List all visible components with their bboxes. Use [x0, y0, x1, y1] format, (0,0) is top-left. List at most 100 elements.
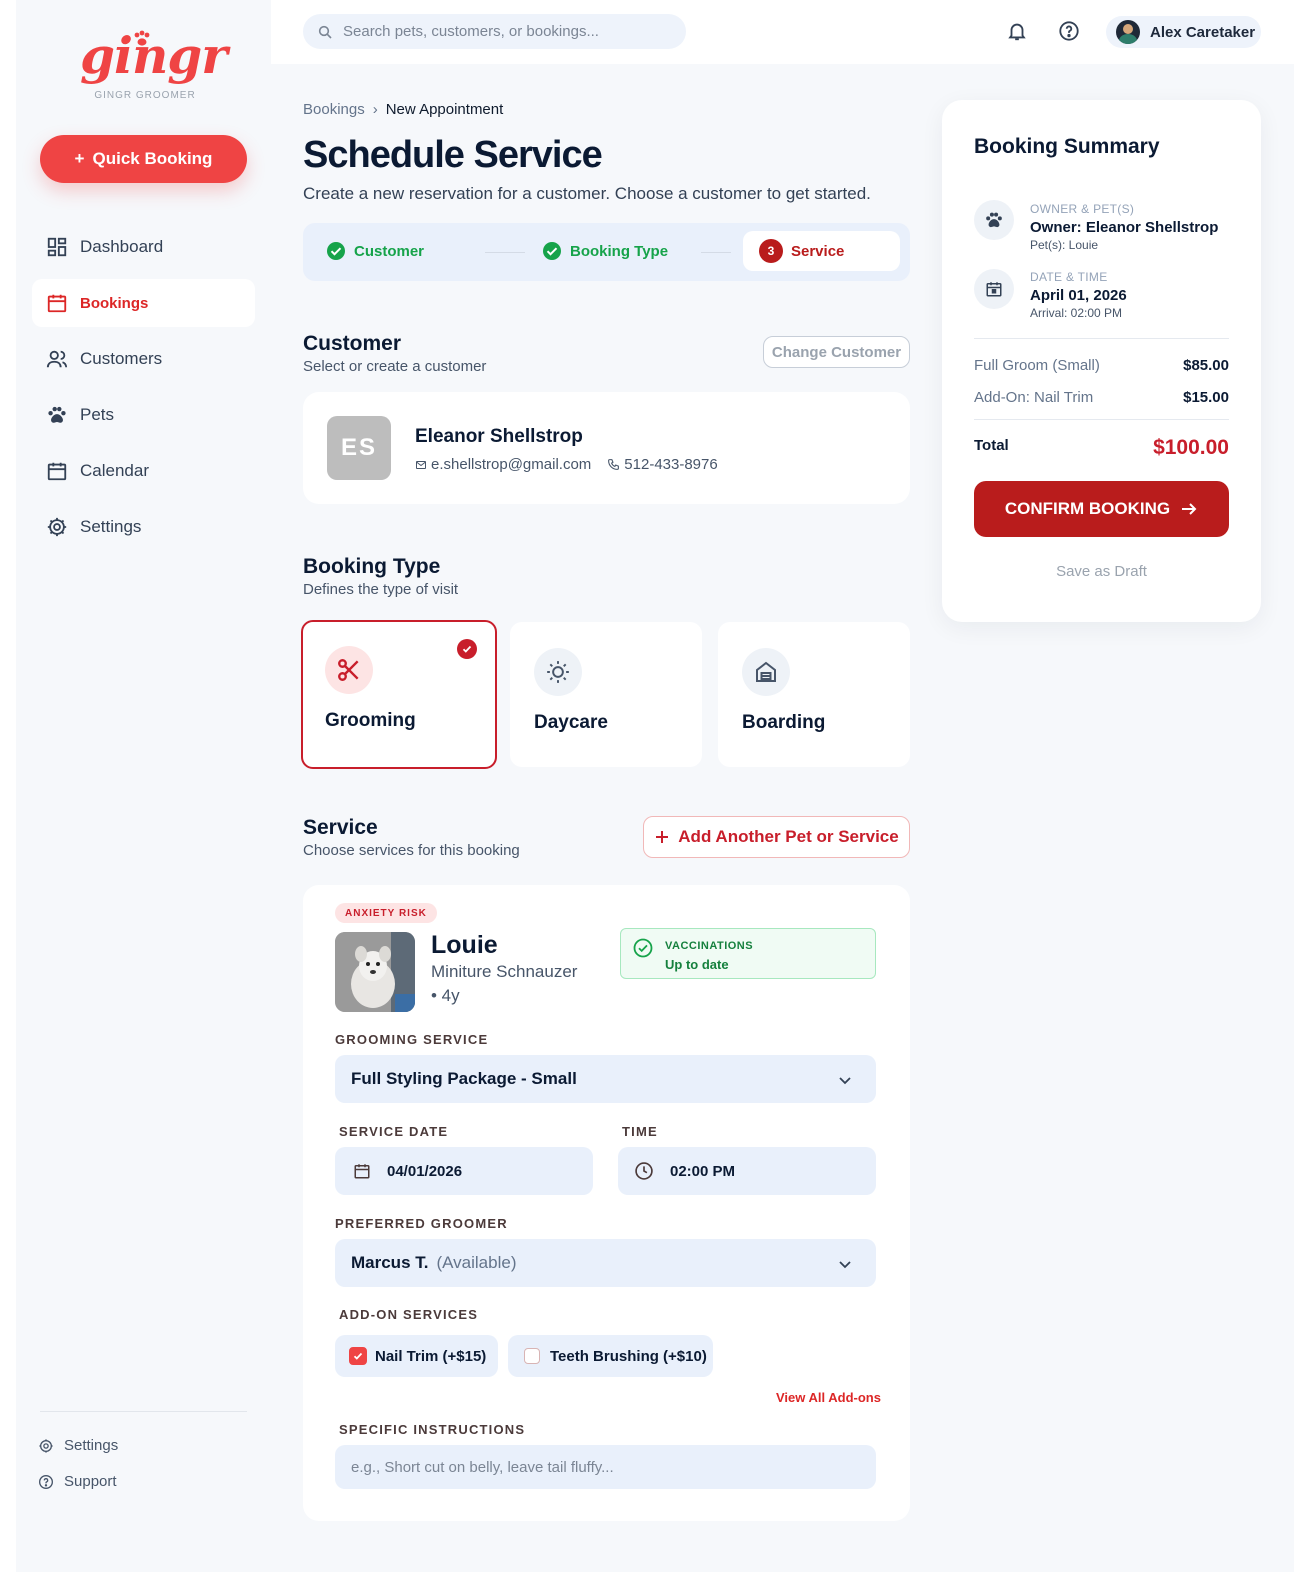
summary-date-value: April 01, 2026	[1030, 287, 1127, 304]
sidebar: gingr GINGR GROOMER + Quick Booking Dash…	[16, 0, 271, 1572]
sidebar-item-settings[interactable]: Settings	[32, 503, 255, 551]
breadcrumb: Bookings › New Appointment	[303, 101, 503, 118]
help-icon	[39, 1474, 53, 1489]
checkbox-checked-icon[interactable]	[349, 1347, 367, 1365]
sidebar-footer-support[interactable]: Support	[38, 1473, 117, 1490]
specific-instructions-input[interactable]	[335, 1445, 876, 1489]
check-circle-icon	[633, 938, 653, 958]
customer-name: Eleanor Shellstrop	[415, 426, 583, 447]
breadcrumb-current: New Appointment	[385, 101, 504, 118]
pet-breed: Miniture Schnauzer	[431, 962, 578, 981]
add-pet-or-service-label: Add Another Pet or Service	[678, 827, 899, 846]
check-circle-icon	[543, 242, 561, 260]
quick-booking-label: Quick Booking	[92, 149, 213, 168]
search-box[interactable]	[303, 14, 686, 49]
confirm-booking-button[interactable]: CONFIRM BOOKING	[974, 481, 1229, 537]
customer-section-subtitle: Select or create a customer	[303, 358, 487, 375]
booking-type-section-subtitle: Defines the type of visit	[303, 581, 459, 598]
sidebar-item-calendar[interactable]: Calendar	[32, 447, 255, 495]
summary-owner-key: OWNER & PET(S)	[1030, 202, 1135, 216]
anxiety-risk-badge: ANXIETY RISK	[335, 903, 437, 923]
gear-icon	[47, 517, 67, 537]
sidebar-divider	[40, 1411, 247, 1412]
help-icon[interactable]	[1058, 20, 1080, 42]
customer-email-item: e.shellstrop@gmail.com	[415, 456, 591, 473]
dashboard-icon	[47, 237, 67, 257]
step-booking-type[interactable]: Booking Type	[542, 231, 668, 271]
step-label: Customer	[354, 242, 425, 260]
addon-teeth-brushing[interactable]: Teeth Brushing (+$10)	[508, 1335, 713, 1377]
brand-logo[interactable]: gingr GINGR GROOMER	[80, 28, 228, 102]
summary-date-key: DATE & TIME	[1030, 270, 1108, 284]
paw-icon	[48, 406, 66, 423]
time-value: 02:00 PM	[670, 1162, 736, 1180]
step-service[interactable]: 3 Service	[743, 231, 900, 271]
sidebar-item-label: Customers	[80, 349, 163, 368]
grooming-service-value: Full Styling Package - Small	[351, 1069, 577, 1088]
change-customer-button[interactable]: Change Customer	[763, 336, 910, 368]
topbar: Alex Caretaker	[271, 0, 1294, 64]
summary-total-label: Total	[974, 437, 1009, 454]
check-circle-icon	[327, 242, 345, 260]
groomer-status: (Available)	[436, 1253, 517, 1272]
quick-booking-button[interactable]: + Quick Booking	[40, 135, 247, 183]
summary-pets-value: Pet(s): Louie	[1030, 238, 1099, 252]
booking-type-daycare[interactable]: Daycare	[510, 622, 702, 767]
preferred-groomer-select[interactable]: Marcus T. (Available)	[335, 1239, 876, 1287]
step-customer[interactable]: Customer	[326, 231, 424, 271]
sidebar-item-label: Bookings	[80, 294, 149, 312]
addon-nail-trim[interactable]: Nail Trim (+$15)	[335, 1335, 498, 1377]
plus-icon	[656, 831, 669, 843]
bell-icon[interactable]	[1006, 20, 1028, 42]
breadcrumb-parent[interactable]: Bookings	[303, 101, 365, 118]
user-name: Alex Caretaker	[1150, 23, 1256, 41]
user-menu[interactable]: Alex Caretaker	[1106, 16, 1261, 48]
add-pet-or-service-button[interactable]: Add Another Pet or Service	[643, 816, 910, 858]
sidebar-item-bookings[interactable]: Bookings	[32, 279, 255, 327]
gear-icon	[39, 1438, 53, 1453]
calendar-icon	[47, 294, 67, 313]
customer-phone: 512-433-8976	[624, 456, 718, 473]
service-section-title: Service	[303, 816, 378, 839]
booking-type-grooming[interactable]: Grooming	[301, 620, 497, 769]
customer-section-title: Customer	[303, 332, 402, 355]
specific-instructions-label: SPECIFIC INSTRUCTIONS	[339, 1422, 526, 1437]
calendar-icon	[986, 282, 1002, 297]
search-icon	[318, 25, 332, 39]
service-date-value: 04/01/2026	[387, 1162, 463, 1180]
logo-subtitle: GINGR GROOMER	[94, 90, 196, 101]
time-input[interactable]: 02:00 PM	[618, 1147, 876, 1195]
chevron-down-icon	[839, 1261, 851, 1269]
step-connector	[701, 252, 731, 253]
checkbox-empty-icon[interactable]	[524, 1348, 540, 1364]
scissors-icon	[338, 659, 359, 681]
service-date-input[interactable]: 04/01/2026	[335, 1147, 593, 1195]
search-input[interactable]	[343, 23, 663, 40]
booking-type-boarding[interactable]: Boarding	[718, 622, 910, 767]
step-connector	[485, 252, 525, 253]
chevron-right-icon: ›	[372, 101, 378, 118]
paw-logo-icon	[134, 30, 150, 46]
house-icon	[756, 661, 776, 682]
sidebar-item-customers[interactable]: Customers	[32, 335, 255, 383]
addon-label: Nail Trim (+$15)	[375, 1347, 487, 1365]
calendar-icon	[47, 462, 67, 481]
type-icon-wrap	[534, 648, 582, 696]
pet-name: Louie	[431, 931, 498, 959]
view-all-addons-link[interactable]: View All Add-ons	[776, 1390, 881, 1405]
pet-age: • 4y	[431, 986, 460, 1005]
customer-card[interactable]: ES Eleanor Shellstrop e.shellstrop@gmail…	[303, 392, 910, 504]
sidebar-item-pets[interactable]: Pets	[32, 391, 255, 439]
summary-owner-value: Owner: Eleanor Shellstrop	[1030, 219, 1219, 236]
customer-email: e.shellstrop@gmail.com	[431, 456, 592, 473]
grooming-service-select[interactable]: Full Styling Package - Small	[335, 1055, 876, 1103]
sidebar-item-dashboard[interactable]: Dashboard	[32, 223, 255, 271]
page-subtitle: Create a new reservation for a customer.…	[303, 184, 871, 203]
summary-line-item-name: Add-On: Nail Trim	[974, 389, 1094, 406]
customer-phone-item: 512-433-8976	[607, 456, 718, 473]
sidebar-footer-settings[interactable]: Settings	[38, 1437, 118, 1454]
booking-type-label: Grooming	[325, 710, 416, 731]
save-as-draft-link[interactable]: Save as Draft	[942, 563, 1261, 580]
sidebar-item-label: Calendar	[80, 461, 149, 480]
preferred-groomer-label: PREFERRED GROOMER	[335, 1216, 508, 1231]
